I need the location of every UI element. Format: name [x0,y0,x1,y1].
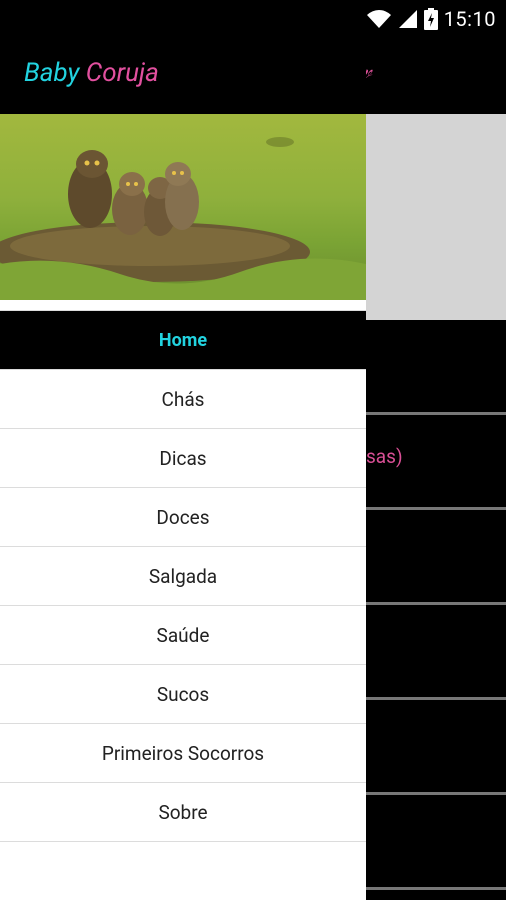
app-title-coruja: Coruja [85,58,159,88]
menu-item-saude[interactable]: Saúde [0,606,366,665]
background-row [366,795,506,890]
menu-item-label: Sucos [156,682,210,706]
menu-item-dicas[interactable]: Dicas [0,429,366,488]
navigation-drawer: Home Chás Dicas Doces Salgada Saúde Suco… [0,114,366,900]
menu-item-label: Primeiros Socorros [101,741,265,765]
menu-item-doces[interactable]: Doces [0,488,366,547]
battery-icon [423,8,438,30]
menu-item-label: Dicas [159,446,207,470]
drawer-header-image [0,114,366,300]
menu-item-chas[interactable]: Chás [0,370,366,429]
status-icons: 15:10 [366,6,496,32]
background-row [366,510,506,605]
background-row [366,700,506,795]
menu-item-home[interactable]: Home [0,311,366,370]
background-row [366,605,506,700]
menu-item-primeiros-socorros[interactable]: Primeiros Socorros [0,724,366,783]
background-row [366,320,506,415]
menu-item-label: Salgada [148,564,218,588]
status-time: 15:10 [443,7,496,31]
status-bar: 15:10 [0,0,506,38]
owls-photo [0,137,366,300]
menu-item-sobre[interactable]: Sobre [0,783,366,842]
background-row-text: sas) [366,445,403,468]
menu-item-salgada[interactable]: Salgada [0,547,366,606]
menu-item-label: Doces [156,505,210,529]
app-title: Baby Coruja [24,58,159,88]
background-list: sas) [366,320,506,900]
app-bar: Baby Coruja [0,38,366,114]
menu-item-label: Saúde [156,623,210,647]
wifi-icon [366,10,391,28]
menu-item-label: Sobre [158,800,208,824]
app-title-baby: Baby [24,58,80,88]
background-row: sas) [366,415,506,510]
drawer-menu: Home Chás Dicas Doces Salgada Saúde Suco… [0,310,366,842]
menu-item-label: Home [158,329,208,351]
menu-item-sucos[interactable]: Sucos [0,665,366,724]
background-image-placeholder [366,114,506,320]
signal-icon [398,10,417,28]
menu-item-label: Chás [161,387,205,411]
